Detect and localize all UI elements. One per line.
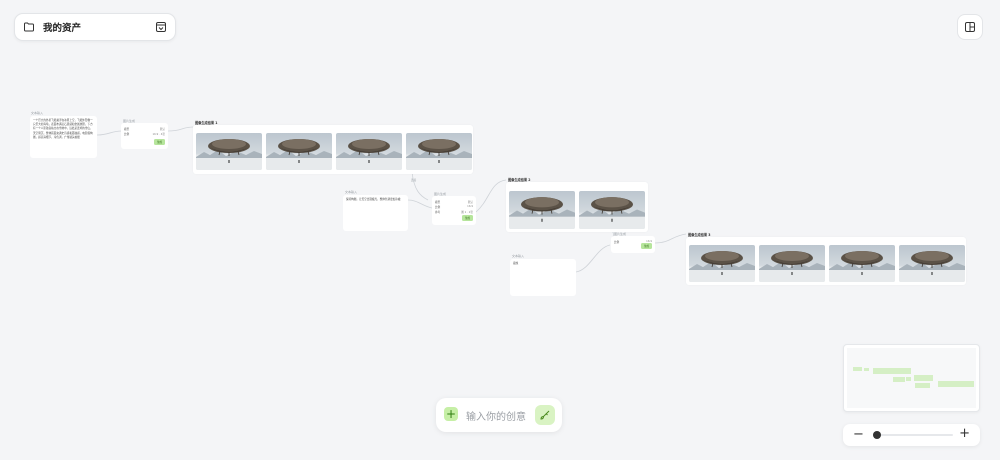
image-generator-node[interactable]: 模型 默认 比例 16:9 · 4张 生成 bbox=[121, 123, 168, 149]
text-prompt-node[interactable]: 夜晚 bbox=[510, 259, 576, 296]
generate-button[interactable]: 生成 bbox=[153, 139, 165, 145]
asset-bar[interactable]: 我的资产 bbox=[14, 13, 176, 41]
generated-image[interactable] bbox=[829, 245, 895, 282]
layout-panel-icon bbox=[964, 18, 976, 37]
zoom-in-button[interactable]: + bbox=[959, 426, 970, 441]
zoom-slider-handle[interactable] bbox=[873, 431, 881, 439]
panel-toggle-button[interactable] bbox=[957, 14, 983, 40]
generated-image[interactable] bbox=[759, 245, 825, 282]
prompt-bar: + 输入你的创意 bbox=[436, 398, 562, 432]
connector bbox=[654, 233, 687, 244]
minimap-node bbox=[853, 367, 862, 371]
connection-label: 连接 bbox=[411, 179, 417, 182]
connector bbox=[411, 171, 429, 201]
generate-button[interactable]: 生成 bbox=[640, 243, 652, 249]
minimap-node bbox=[873, 368, 911, 374]
connector bbox=[475, 179, 507, 213]
generated-image[interactable] bbox=[689, 245, 755, 282]
text-prompt-content: 一个巨大的外星飞船悬浮在冰原上空，飞船外形像一只巨大的海龟，表面布满岩石质感和金… bbox=[33, 119, 93, 139]
connector bbox=[96, 130, 123, 136]
param-row: 参考图 1 · 2张 bbox=[435, 210, 473, 214]
minimap-node bbox=[938, 381, 974, 387]
minimap-node bbox=[914, 375, 933, 381]
text-prompt-node[interactable]: 保持构图，让天空出现极光，整体色调更加冷峻 bbox=[343, 195, 408, 231]
folder-icon bbox=[23, 21, 35, 33]
image-generator-node[interactable]: 比例 16:9 生成 bbox=[611, 236, 655, 253]
param-row: 比例 16:9 · 4张 bbox=[124, 132, 165, 136]
minimap[interactable] bbox=[843, 344, 980, 412]
asset-bar-title: 我的资产 bbox=[43, 23, 82, 34]
generated-image[interactable] bbox=[266, 133, 332, 170]
zoom-out-button[interactable]: − bbox=[853, 427, 864, 442]
connector bbox=[407, 199, 433, 209]
minimap-node bbox=[906, 377, 911, 381]
minimap-node bbox=[893, 377, 905, 382]
generated-image[interactable] bbox=[509, 191, 575, 229]
text-prompt-content: 夜晚 bbox=[513, 262, 519, 265]
image-generator-node[interactable]: 模型 默认 比例 16:9 参考图 1 · 2张 生成 bbox=[432, 196, 476, 225]
minimap-node bbox=[915, 383, 930, 388]
zoom-slider[interactable] bbox=[873, 431, 953, 439]
zoom-control: − + bbox=[843, 424, 980, 446]
text-node-label: 文本输入 bbox=[345, 190, 358, 194]
add-button[interactable]: + bbox=[444, 407, 458, 421]
generated-image[interactable] bbox=[196, 133, 262, 170]
send-button[interactable] bbox=[535, 405, 555, 425]
brush-send-icon bbox=[539, 406, 551, 425]
text-prompt-node[interactable]: 一个巨大的外星飞船悬浮在冰原上空，飞船外形像一只巨大的海龟，表面布满岩石质感和金… bbox=[30, 116, 97, 158]
prompt-input[interactable]: 输入你的创意 bbox=[466, 408, 526, 423]
generated-image[interactable] bbox=[579, 191, 645, 229]
generated-image[interactable] bbox=[406, 133, 472, 170]
chevron-box-icon[interactable] bbox=[155, 21, 167, 33]
generated-image[interactable] bbox=[336, 133, 402, 170]
text-node-label: 文本输入 bbox=[512, 254, 525, 258]
text-prompt-content: 保持构图，让天空出现极光，整体色调更加冷峻 bbox=[346, 198, 401, 201]
minimap-node bbox=[864, 368, 869, 371]
connector bbox=[575, 244, 611, 273]
minimap-viewport bbox=[847, 348, 976, 408]
text-node-label: 文本输入 bbox=[31, 111, 44, 115]
generate-button[interactable]: 生成 bbox=[461, 215, 473, 221]
connector bbox=[167, 126, 194, 132]
generated-image[interactable] bbox=[899, 245, 965, 282]
